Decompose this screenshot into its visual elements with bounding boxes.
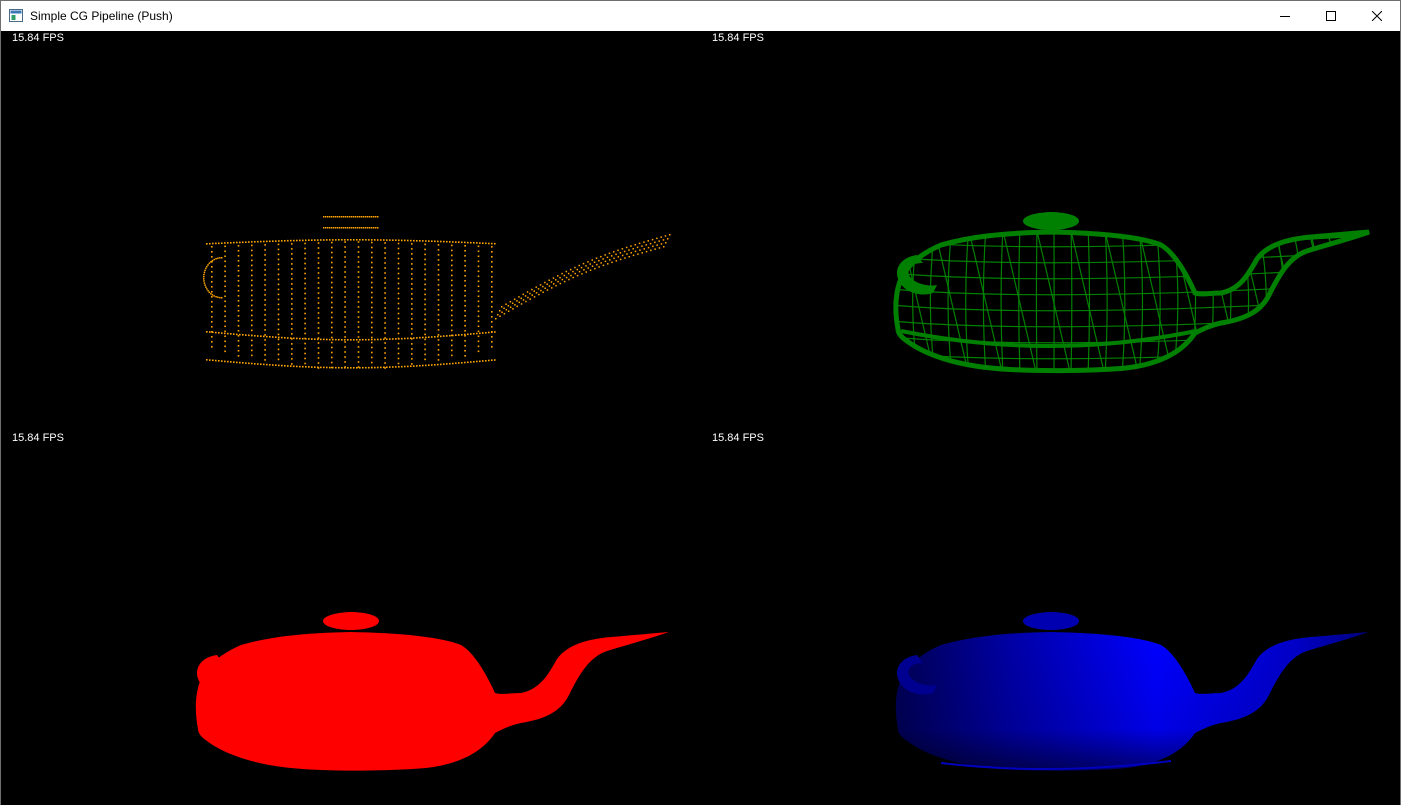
app-window-icon <box>9 9 23 22</box>
render-canvas[interactable]: 15.84 FPS 15.84 FPS 15.84 FPS 15.84 FPS <box>1 31 1400 805</box>
maximize-button[interactable] <box>1308 1 1354 31</box>
viewport-points: 15.84 FPS <box>1 31 701 431</box>
viewport-flat: 15.84 FPS <box>1 431 701 805</box>
viewport-shaded: 15.84 FPS <box>701 431 1400 805</box>
title-bar[interactable]: Simple CG Pipeline (Push) <box>1 1 1400 31</box>
window-title: Simple CG Pipeline (Push) <box>30 9 173 23</box>
teapot-points <box>203 216 671 369</box>
teapot-shaded <box>895 612 1369 771</box>
viewport-wireframe: 15.84 FPS <box>701 31 1400 431</box>
minimize-button[interactable] <box>1262 1 1308 31</box>
teapot-wireframe <box>893 212 1370 374</box>
minimize-icon <box>1280 16 1290 17</box>
maximize-icon <box>1326 11 1336 21</box>
app-window: Simple CG Pipeline (Push) 15.84 FPS 15.8… <box>0 0 1401 805</box>
close-icon <box>1372 11 1382 21</box>
close-button[interactable] <box>1354 1 1400 31</box>
teapot-flat <box>195 612 669 771</box>
